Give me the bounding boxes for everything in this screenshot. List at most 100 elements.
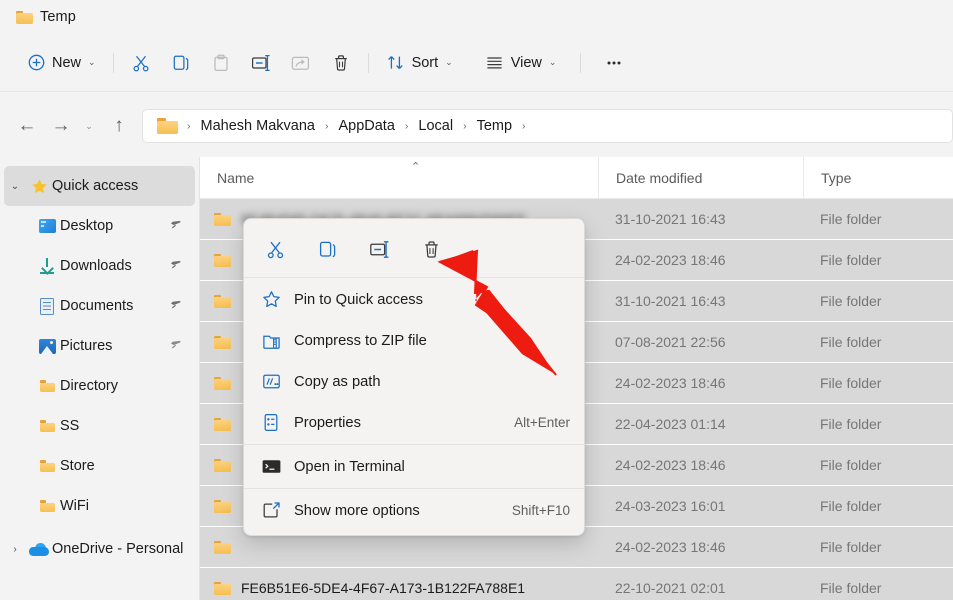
copy-icon bbox=[173, 55, 188, 70]
column-header-date-modified[interactable]: Date modified bbox=[598, 156, 803, 199]
forward-button[interactable]: → bbox=[44, 109, 78, 143]
rename-button[interactable] bbox=[241, 45, 281, 81]
sidebar-item-label: Store bbox=[60, 458, 95, 474]
column-label: Type bbox=[821, 169, 852, 186]
document-icon bbox=[34, 297, 60, 315]
view-button[interactable]: View ⌄ bbox=[475, 45, 567, 81]
folder-icon bbox=[16, 10, 33, 24]
show-more-icon bbox=[258, 501, 284, 520]
context-item-shortcut: Alt+Enter bbox=[514, 415, 570, 430]
column-header-row: Name ⌃ Date modified Type bbox=[200, 156, 953, 199]
back-button[interactable]: ← bbox=[10, 109, 44, 143]
chevron-down-icon[interactable]: ⌄ bbox=[4, 181, 26, 192]
table-row[interactable]: FE6B51E6-5DE4-4F67-A173-1B122FA788E1 22-… bbox=[200, 568, 953, 600]
context-item-label: Copy as path bbox=[294, 373, 381, 390]
folder-icon bbox=[214, 581, 231, 595]
context-item-show-more-options[interactable]: Show more options Shift+F10 bbox=[244, 490, 584, 531]
row-type-cell: File folder bbox=[820, 293, 882, 309]
new-button[interactable]: New ⌄ bbox=[18, 45, 106, 81]
context-cut-button[interactable] bbox=[258, 232, 292, 266]
pin-icon[interactable] bbox=[170, 337, 183, 355]
sort-ascending-icon: ⌃ bbox=[411, 160, 421, 173]
context-item-open-in-terminal[interactable]: Open in Terminal bbox=[244, 446, 584, 487]
trash-icon bbox=[334, 54, 347, 71]
row-date-cell: 31-10-2021 16:43 bbox=[615, 293, 726, 309]
pin-icon[interactable] bbox=[170, 257, 183, 275]
folder-icon bbox=[214, 540, 231, 554]
tab-temp[interactable]: Temp bbox=[10, 5, 88, 29]
row-date-cell: 07-08-2021 22:56 bbox=[615, 334, 726, 350]
context-rename-button[interactable] bbox=[362, 232, 396, 266]
command-bar: New ⌄ Sort ⌄ View ⌄ bbox=[0, 34, 953, 92]
chevron-down-icon: ⌄ bbox=[88, 57, 96, 67]
rename-icon bbox=[251, 54, 270, 71]
context-item-pin-to-quick-access[interactable]: Pin to Quick access bbox=[244, 279, 584, 320]
folder-icon bbox=[34, 420, 60, 432]
rename-icon bbox=[369, 240, 388, 258]
cut-button[interactable] bbox=[121, 45, 161, 81]
context-item-compress-to-zip[interactable]: Compress to ZIP file bbox=[244, 320, 584, 361]
breadcrumb-item-local[interactable]: Local bbox=[413, 115, 458, 137]
sidebar-item-desktop[interactable]: Desktop bbox=[4, 206, 195, 246]
sidebar-item-documents[interactable]: Documents bbox=[4, 286, 195, 326]
scissors-icon bbox=[267, 241, 283, 258]
context-item-label: Open in Terminal bbox=[294, 458, 405, 475]
breadcrumb-item-temp[interactable]: Temp bbox=[472, 115, 517, 137]
context-item-properties[interactable]: Properties Alt+Enter bbox=[244, 402, 584, 443]
sidebar-item-ss[interactable]: SS bbox=[4, 406, 195, 446]
breadcrumb-separator: › bbox=[324, 120, 329, 132]
paste-button[interactable] bbox=[201, 45, 241, 81]
context-delete-button[interactable] bbox=[414, 232, 448, 266]
row-type-cell: File folder bbox=[820, 416, 882, 432]
copy-button[interactable] bbox=[161, 45, 201, 81]
pin-icon[interactable] bbox=[170, 297, 183, 315]
breadcrumb-item-user[interactable]: Mahesh Makvana bbox=[196, 115, 320, 137]
chevron-down-icon: ⌄ bbox=[548, 57, 557, 67]
folder-icon bbox=[214, 458, 231, 472]
row-date-cell: 24-02-2023 18:46 bbox=[615, 539, 726, 555]
sidebar-item-directory[interactable]: Directory bbox=[4, 366, 195, 406]
chevron-down-icon: ⌄ bbox=[445, 57, 453, 67]
zip-icon bbox=[258, 332, 284, 350]
row-date-cell: 22-10-2021 02:01 bbox=[615, 580, 726, 596]
breadcrumb-separator: › bbox=[463, 120, 467, 132]
more-options-button[interactable] bbox=[594, 45, 634, 81]
file-explorer-window: Temp New ⌄ Sort ⌄ View ⌄ ← → ⌄ ↑ › Mahes… bbox=[0, 0, 953, 600]
column-header-name[interactable]: Name ⌃ bbox=[200, 157, 598, 199]
sidebar-item-quick-access[interactable]: ⌄ Quick access bbox=[4, 166, 195, 206]
share-icon bbox=[291, 56, 310, 70]
folder-icon bbox=[214, 499, 231, 513]
row-type-cell: File folder bbox=[820, 211, 882, 227]
pin-icon[interactable] bbox=[170, 217, 183, 235]
context-item-label: Pin to Quick access bbox=[294, 291, 423, 308]
row-date-cell: 24-02-2023 18:46 bbox=[615, 252, 726, 268]
row-type-cell: File folder bbox=[820, 457, 882, 473]
chevron-right-icon[interactable]: › bbox=[4, 544, 26, 555]
sidebar-item-label: Documents bbox=[60, 298, 134, 314]
row-name-cell: FE6B51E6-5DE4-4F67-A173-1B122FA788E1 bbox=[200, 580, 598, 596]
sidebar-item-label: WiFi bbox=[60, 498, 89, 514]
sidebar-item-onedrive[interactable]: › OneDrive - Personal bbox=[4, 529, 195, 569]
context-item-copy-as-path[interactable]: Copy as path bbox=[244, 361, 584, 402]
breadcrumb-item-appdata[interactable]: AppData bbox=[333, 115, 399, 137]
file-name: FE6B51E6-5DE4-4F67-A173-1B122FA788E1 bbox=[241, 580, 526, 596]
column-header-type[interactable]: Type bbox=[803, 156, 953, 199]
sidebar-item-downloads[interactable]: Downloads bbox=[4, 246, 195, 286]
delete-button[interactable] bbox=[321, 45, 361, 81]
recent-locations-button[interactable]: ⌄ bbox=[78, 109, 100, 143]
column-label: Date modified bbox=[616, 169, 703, 186]
folder-icon bbox=[214, 376, 231, 390]
up-button[interactable]: ↑ bbox=[102, 109, 136, 143]
sidebar-item-pictures[interactable]: Pictures bbox=[4, 326, 195, 366]
sidebar-item-store[interactable]: Store bbox=[4, 446, 195, 486]
share-button[interactable] bbox=[281, 45, 321, 81]
sidebar-item-label: Quick access bbox=[52, 178, 139, 194]
sidebar-item-label: Desktop bbox=[60, 218, 114, 234]
context-copy-button[interactable] bbox=[310, 232, 344, 266]
sort-button[interactable]: Sort ⌄ bbox=[376, 45, 463, 81]
row-type-cell: File folder bbox=[820, 334, 882, 350]
row-date-cell: 31-10-2021 16:43 bbox=[615, 211, 726, 227]
sidebar-item-wifi[interactable]: WiFi bbox=[4, 486, 195, 526]
address-bar[interactable]: › Mahesh Makvana › AppData › Local › Tem… bbox=[142, 109, 953, 143]
sidebar-item-label: Directory bbox=[60, 378, 119, 394]
